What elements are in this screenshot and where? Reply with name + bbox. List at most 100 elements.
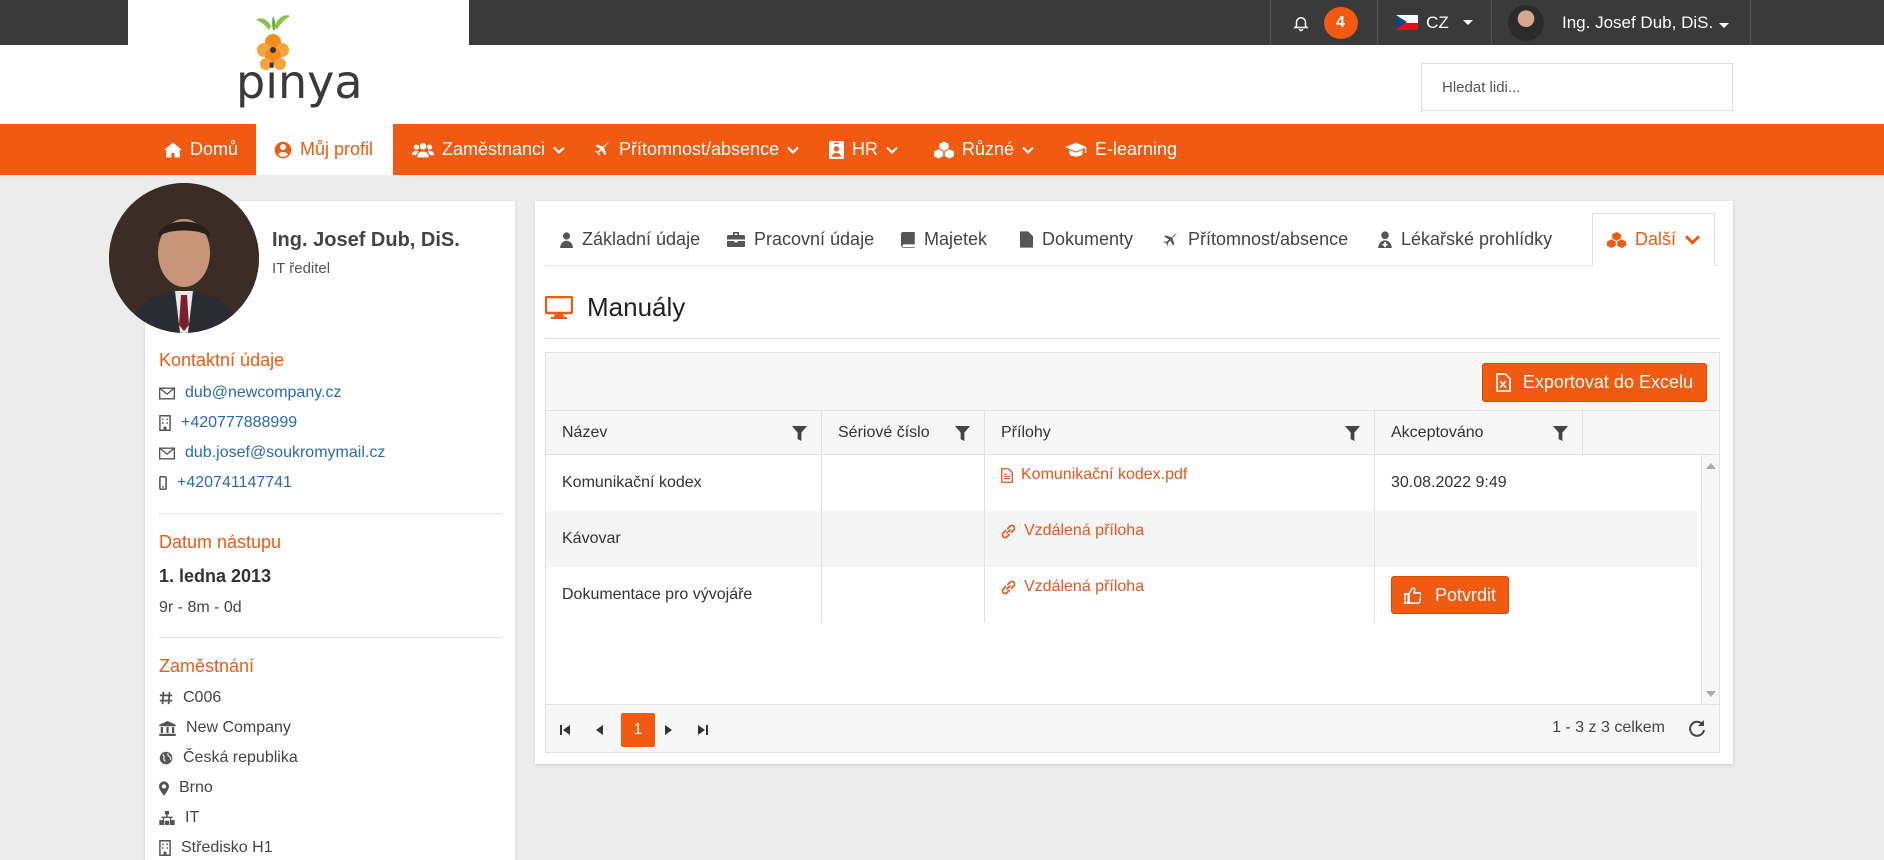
nav-attendance[interactable]: Přítomnost/absence [594, 124, 799, 175]
building-phone-icon [159, 415, 171, 431]
cell-name: Dokumentace pro vývojáře [546, 567, 822, 623]
tab-medical-checkups[interactable]: Lékařské prohlídky [1378, 213, 1552, 266]
filter-icon[interactable] [1345, 425, 1360, 441]
private-email-link[interactable]: dub.josef@soukromymail.cz [159, 444, 385, 462]
nav-elearning[interactable]: E-learning [1065, 124, 1177, 175]
plane-icon [594, 141, 609, 156]
next-page-button[interactable] [652, 713, 686, 747]
tab-more[interactable]: Další [1592, 213, 1716, 266]
tab-documents[interactable]: Dokumenty [1020, 213, 1133, 266]
main-nav: Domů Můj profil Zaměstnanci Přítomnost/a… [0, 124, 1884, 175]
brand-text: pinya [236, 55, 363, 109]
nav-label: Domů [190, 139, 239, 159]
last-page-button[interactable] [686, 713, 720, 747]
map-marker-icon [159, 780, 169, 796]
filter-icon[interactable] [955, 425, 970, 441]
mobile-phone-link[interactable]: +420741147741 [159, 474, 292, 492]
nav-my-profile[interactable]: Můj profil [256, 124, 393, 175]
nav-label: HR [852, 139, 878, 159]
tab-assets[interactable]: Majetek [900, 213, 987, 266]
language-label: CZ [1426, 12, 1449, 32]
export-excel-button[interactable]: Exportovat do Excelu [1481, 363, 1707, 402]
first-page-button[interactable] [548, 713, 582, 747]
work-email-link[interactable]: dub@newcompany.cz [159, 384, 341, 402]
table-row[interactable]: Komunikační kodex Komunikační kodex.pdf … [546, 455, 1698, 511]
scroll-up-icon[interactable] [1706, 463, 1716, 469]
column-header-name[interactable]: Název [546, 411, 822, 455]
logo-area[interactable]: pinya [128, 0, 469, 124]
profile-photo [109, 183, 259, 333]
column-label: Přílohy [1001, 424, 1051, 441]
table-row[interactable]: Kávovar Vzdálená příloha [546, 511, 1698, 567]
page-1-button[interactable]: 1 [621, 713, 655, 747]
home-icon [164, 142, 182, 157]
country: Česká republika [159, 749, 298, 767]
prev-page-button[interactable] [582, 713, 616, 747]
filter-icon[interactable] [792, 425, 807, 441]
attachment-link[interactable]: Vzdálená příloha [1001, 522, 1144, 540]
refresh-button[interactable] [1687, 718, 1707, 743]
cell-name: Kávovar [546, 511, 822, 567]
cell-name: Komunikační kodex [546, 455, 822, 511]
cubes-icon [934, 141, 954, 158]
column-header-attachments[interactable]: Přílohy [985, 411, 1375, 455]
avatar [1508, 4, 1544, 41]
nav-home[interactable]: Domů [164, 124, 238, 175]
nav-label: Přítomnost/absence [619, 139, 780, 159]
next-page-icon [665, 725, 672, 735]
work-phone-link[interactable]: +420777888999 [159, 414, 297, 432]
employment-value: Česká republika [183, 749, 298, 766]
tab-work-info[interactable]: Pracovní údaje [727, 213, 874, 266]
table-row[interactable]: Dokumentace pro vývojáře Vzdálená příloh… [546, 567, 1698, 623]
cell-serial [822, 511, 985, 567]
notifications[interactable]: 4 [1270, 0, 1378, 45]
vertical-scrollbar[interactable] [1701, 455, 1719, 705]
link-icon [1001, 524, 1016, 538]
cell-attachment: Vzdálená příloha [985, 567, 1375, 623]
column-header-serial[interactable]: Sériové číslo [822, 411, 985, 455]
cubes-icon [1607, 231, 1626, 248]
profile-name: Ing. Josef Dub, DiS. [272, 229, 460, 251]
prev-page-icon [596, 725, 603, 735]
user-name: Ing. Josef Dub, DiS. [1562, 12, 1714, 32]
tab-basic-info[interactable]: Základní údaje [560, 213, 700, 266]
divider [159, 637, 502, 638]
column-header-accepted[interactable]: Akceptováno [1375, 411, 1583, 455]
desktop-icon [545, 295, 573, 319]
section-header: Manuály [545, 292, 685, 323]
link-icon [1001, 580, 1016, 594]
envelope-icon [159, 447, 175, 459]
nav-hr[interactable]: HR [829, 124, 898, 175]
refresh-icon [1689, 720, 1705, 737]
confirm-button[interactable]: Potvrdit [1391, 576, 1510, 614]
globe-icon [159, 751, 173, 765]
cell-accepted [1375, 511, 1583, 567]
attachment-link[interactable]: Komunikační kodex.pdf [1001, 466, 1187, 484]
cost-center: Středisko H1 [159, 839, 273, 857]
last-page-icon [698, 725, 708, 735]
building-icon [159, 840, 171, 856]
people-search-input[interactable] [1421, 63, 1733, 111]
scroll-down-icon[interactable] [1706, 691, 1716, 697]
divider [159, 513, 502, 514]
cell-attachment: Vzdálená příloha [985, 511, 1375, 567]
user-circle-icon [274, 141, 292, 158]
pager: 1 1 - 3 z 3 celkem [546, 704, 1719, 752]
nav-misc[interactable]: Různé [934, 124, 1034, 175]
tenure: 9r - 8m - 0d [159, 599, 242, 616]
attachment-label: Komunikační kodex.pdf [1021, 466, 1188, 483]
tab-label: Majetek [924, 229, 988, 249]
pager-info: 1 - 3 z 3 celkem [1552, 719, 1665, 736]
attachment-link[interactable]: Vzdálená příloha [1001, 578, 1144, 596]
table-header: Název Sériové číslo Přílohy Akceptováno [546, 411, 1719, 455]
nav-employees[interactable]: Zaměstnanci [412, 124, 565, 175]
filter-icon[interactable] [1553, 425, 1568, 441]
tab-label: Základní údaje [582, 229, 701, 249]
export-label: Exportovat do Excelu [1522, 372, 1693, 392]
hash-icon [159, 691, 173, 705]
language-selector[interactable]: CZ [1377, 0, 1491, 45]
user-menu[interactable]: Ing. Josef Dub, DiS. [1491, 0, 1751, 45]
contact-value: dub@newcompany.cz [185, 384, 342, 401]
tab-attendance[interactable]: Přítomnost/absence [1163, 213, 1348, 266]
confirm-label: Potvrdit [1435, 584, 1497, 605]
